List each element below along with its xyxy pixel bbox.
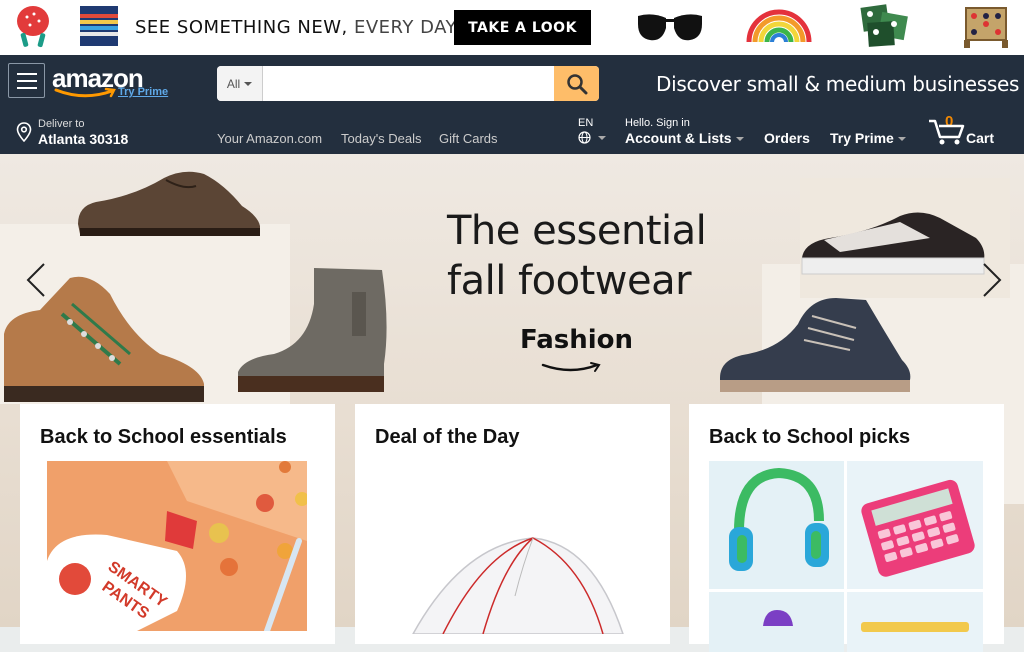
- chevron-down-icon: [598, 135, 607, 140]
- hero-brand-label: Fashion: [520, 325, 634, 355]
- discover-businesses-link[interactable]: Discover small & medium businesses: [656, 72, 1019, 96]
- deliver-location: Atlanta 30318: [38, 131, 129, 147]
- main-navigation: amazon Try Prime All Discover small & me…: [0, 55, 1024, 154]
- try-prime-label: Try Prime: [830, 130, 894, 146]
- card-deal-of-the-day[interactable]: Deal of the Day: [355, 404, 670, 644]
- account-greeting[interactable]: Hello. Sign in: [625, 117, 690, 129]
- connect-four-game-image: [964, 7, 1008, 48]
- purple-toy-image: [763, 610, 793, 626]
- account-lists-menu[interactable]: Account & Lists: [625, 130, 744, 146]
- carousel-next-arrow-icon[interactable]: [976, 260, 1006, 300]
- amazon-logo[interactable]: amazon Try Prime: [52, 63, 172, 99]
- camping-tent-image[interactable]: [383, 524, 643, 634]
- search-button[interactable]: [554, 66, 599, 101]
- pink-calculator-image: [861, 479, 975, 577]
- search-input[interactable]: [264, 66, 554, 101]
- sunglasses-image: [638, 14, 702, 41]
- gummy-vitamins-image[interactable]: SMARTY PANTS: [47, 461, 307, 631]
- orders-link[interactable]: Orders: [764, 130, 810, 146]
- nav-link-gift-cards[interactable]: Gift Cards: [439, 131, 498, 146]
- yellow-item-image: [861, 622, 969, 632]
- search-category-label: All: [226, 76, 241, 91]
- product-tile-headphones[interactable]: [709, 461, 844, 589]
- promo-text-light: EVERY DAY.: [353, 17, 460, 38]
- hero-headline: The essential fall footwear: [447, 206, 747, 306]
- green-headphones-image: [729, 467, 829, 571]
- rainbow-image: [746, 9, 812, 43]
- language-code: EN: [578, 117, 594, 129]
- grey-chelsea-boot-image: [238, 268, 387, 392]
- promo-banner[interactable]: SEE SOMETHING NEW, EVERY DAY. TAKE A LOO…: [0, 0, 1024, 55]
- chevron-down-icon: [897, 137, 906, 142]
- search-bar: All: [217, 66, 599, 101]
- language-selector[interactable]: EN: [578, 117, 607, 144]
- pillows-image: [860, 4, 908, 47]
- promo-text-bold: SEE SOMETHING NEW,: [135, 17, 348, 38]
- brown-oxford-shoe-image: [78, 171, 260, 236]
- nav-link-your-amazon[interactable]: Your Amazon.com: [217, 131, 322, 146]
- promo-headline: SEE SOMETHING NEW, EVERY DAY.: [135, 17, 460, 38]
- black-leather-sneaker-image: [801, 212, 985, 275]
- product-tile-purple-item[interactable]: [709, 592, 844, 652]
- try-prime-link[interactable]: Try Prime: [118, 86, 168, 98]
- card-title: Back to School essentials: [40, 426, 287, 448]
- card-back-to-school-picks[interactable]: Back to School picks: [689, 404, 1004, 652]
- navy-suede-chukka-image: [720, 298, 911, 392]
- globe-icon: [578, 131, 591, 144]
- hero-title-line2: fall footwear: [447, 258, 692, 304]
- carousel-previous-arrow-icon[interactable]: [22, 260, 52, 300]
- try-prime-menu[interactable]: Try Prime: [830, 130, 906, 146]
- card-back-to-school-essentials[interactable]: Back to School essentials SMARTY PANTS: [20, 404, 335, 644]
- cart-label[interactable]: Cart: [966, 130, 994, 146]
- card-title: Back to School picks: [709, 426, 911, 448]
- cart-icon[interactable]: [927, 118, 967, 146]
- fashion-smile-icon: [541, 362, 601, 372]
- location-pin-icon: [16, 122, 32, 142]
- take-a-look-button[interactable]: TAKE A LOOK: [454, 10, 591, 45]
- deliver-to-label: Deliver to: [38, 118, 85, 130]
- search-category-dropdown[interactable]: All: [217, 66, 263, 101]
- nav-link-todays-deals[interactable]: Today's Deals: [341, 131, 422, 146]
- hero-title-line1: The essential: [447, 208, 707, 254]
- product-tile-yellow-item[interactable]: [847, 592, 983, 652]
- chevron-down-icon: [735, 137, 744, 142]
- ping-pong-paddle-image: [17, 6, 49, 48]
- account-lists-label: Account & Lists: [625, 130, 732, 146]
- striped-notebook-image: [80, 6, 118, 46]
- menu-hamburger-icon[interactable]: [8, 63, 45, 98]
- search-icon: [566, 73, 587, 94]
- chevron-down-icon: [244, 81, 253, 86]
- logo-smile-icon: [54, 87, 116, 98]
- card-title: Deal of the Day: [375, 426, 520, 448]
- product-tile-calculator[interactable]: [847, 461, 983, 589]
